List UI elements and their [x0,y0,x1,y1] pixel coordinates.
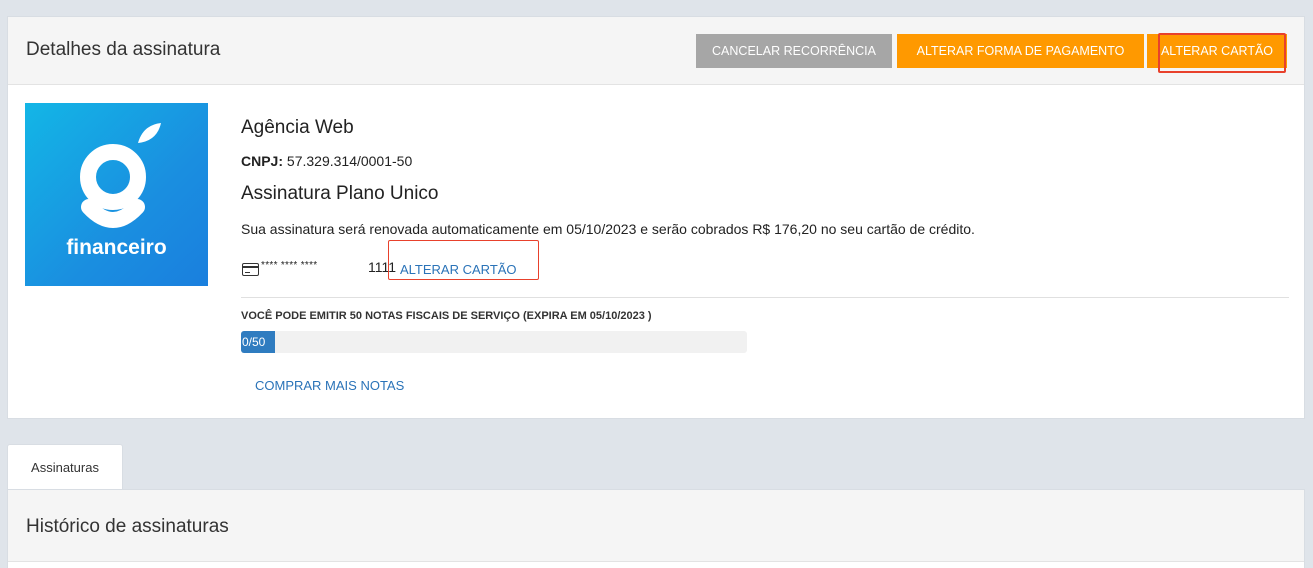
credit-card-icon [242,263,259,276]
tab-assinaturas[interactable]: Assinaturas [7,444,123,490]
history-title: Histórico de assinaturas [26,516,229,537]
page-title: Detalhes da assinatura [26,39,221,60]
renewal-text: Sua assinatura será renovada automaticam… [241,221,975,237]
subscription-history-panel: Histórico de assinaturas [7,489,1305,568]
cnpj: CNPJ: 57.329.314/0001-50 [241,153,412,169]
card-last-digits: 1111 [368,259,397,275]
change-card-link[interactable]: ALTERAR CARTÃO [400,262,517,277]
card-masked-number: **** **** **** [261,260,318,271]
invoice-quota-label: VOCÊ PODE EMITIR 50 NOTAS FISCAIS DE SER… [241,310,652,322]
logo-text: financeiro [66,236,167,259]
subscription-details-panel: Detalhes da assinatura CANCELAR RECORRÊN… [7,16,1305,419]
cnpj-label: CNPJ: [241,153,284,169]
divider [241,297,1289,298]
panel-header: Detalhes da assinatura CANCELAR RECORRÊN… [8,17,1304,85]
plan-name: Assinatura Plano Unico [241,183,439,204]
change-payment-method-button[interactable]: ALTERAR FORMA DE PAGAMENTO [897,34,1144,68]
company-logo: financeiro [25,103,208,286]
history-header: Histórico de assinaturas [8,490,1304,562]
cnpj-value: 57.329.314/0001-50 [286,153,413,169]
buy-more-invoices-link[interactable]: COMPRAR MAIS NOTAS [255,378,404,393]
cancel-recurrence-button[interactable]: CANCELAR RECORRÊNCIA [696,34,892,68]
company-name: Agência Web [241,117,354,138]
invoice-progress-bar: 0/50 [241,331,747,353]
progress-text: 0/50 [242,335,266,349]
change-card-button[interactable]: ALTERAR CARTÃO [1147,34,1287,68]
